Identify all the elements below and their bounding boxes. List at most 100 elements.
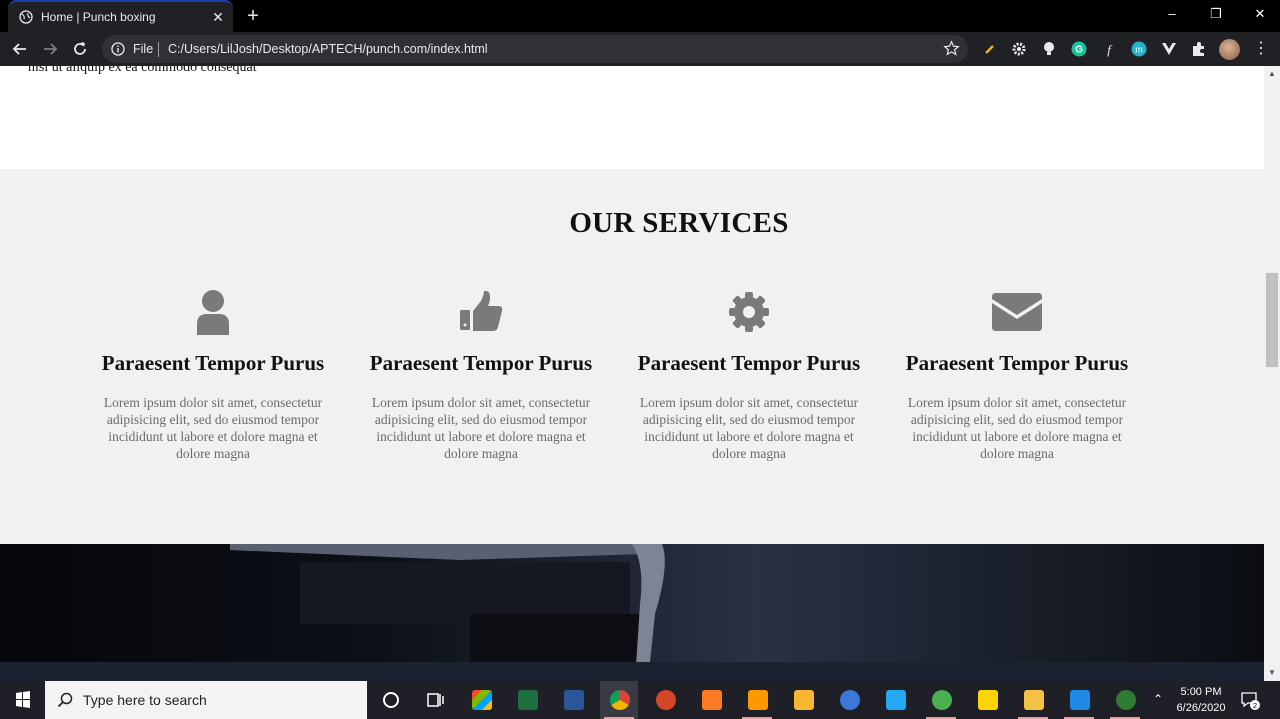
vscode-app[interactable] (876, 681, 914, 719)
paint-app[interactable] (784, 681, 822, 719)
task-view-button[interactable] (415, 681, 453, 719)
tab-title: Home | Punch boxing (41, 10, 156, 24)
service-heading: Paraesent Tempor Purus (637, 351, 861, 375)
browser-tab[interactable]: Home | Punch boxing ✕ (8, 0, 233, 32)
globe-app-icon (932, 690, 952, 710)
service-heading: Paraesent Tempor Purus (905, 351, 1129, 375)
green-circle-icon (1116, 690, 1136, 710)
page-viewport: nisi ut aliquip ex ea commodo consequat … (0, 66, 1280, 681)
service-description: Lorem ipsum dolor sit amet, consectetur … (639, 395, 859, 461)
word-icon (564, 690, 584, 710)
tray-chevron-icon[interactable]: ⌃ (1151, 692, 1165, 706)
font-extension-icon[interactable]: f (1101, 41, 1117, 57)
extensions-puzzle-icon[interactable] (1191, 41, 1207, 57)
tab-close-button[interactable]: ✕ (210, 9, 226, 25)
scrollbar-thumb[interactable] (1266, 273, 1278, 367)
gear-icon (729, 292, 769, 332)
boxing-gym-photo (0, 544, 1264, 681)
network-app[interactable] (922, 681, 960, 719)
photos-app[interactable] (1060, 681, 1098, 719)
microsoft-store-app[interactable] (462, 681, 500, 719)
sublime-text-app[interactable] (738, 681, 776, 719)
new-tab-button[interactable]: + (245, 6, 261, 26)
photos-icon (1070, 690, 1090, 710)
xampp-icon (702, 690, 722, 710)
clock-time: 5:00 PM (1180, 686, 1222, 698)
address-bar[interactable]: File C:/Users/LilJosh/Desktop/APTECH/pun… (102, 35, 968, 63)
restore-button[interactable]: ❐ (1196, 4, 1236, 24)
chrome-app[interactable] (600, 681, 638, 719)
notification-count: 2 (1253, 701, 1257, 710)
back-icon[interactable] (10, 39, 30, 59)
pencil-extension-icon[interactable] (982, 41, 998, 57)
service-description: Lorem ipsum dolor sit amet, consectetur … (907, 395, 1127, 461)
powerpoint-icon (656, 690, 676, 710)
gallery-app[interactable] (968, 681, 1006, 719)
cortana-button[interactable] (371, 681, 409, 719)
grammarly-icon[interactable]: G (1071, 41, 1087, 57)
envelope-icon (992, 293, 1042, 331)
address-url[interactable]: C:/Users/LilJosh/Desktop/APTECH/punch.co… (168, 42, 488, 56)
excel-app[interactable] (508, 681, 546, 719)
settings-extension-icon[interactable] (1011, 41, 1027, 57)
c-app-icon (840, 690, 860, 710)
search-icon (57, 692, 73, 708)
bulb-extension-icon[interactable] (1041, 41, 1057, 57)
chrome-app-secondary[interactable] (830, 681, 868, 719)
vscode-icon (886, 690, 906, 710)
service-card: Paraesent Tempor Purus Lorem ipsum dolor… (890, 289, 1144, 462)
forward-icon[interactable] (40, 39, 60, 59)
tab-strip: Home | Punch boxing ✕ + – ❐ ✕ (0, 0, 1280, 32)
system-clock[interactable]: 5:00 PM 6/26/2020 (1170, 684, 1232, 716)
windows-taskbar: Type here to search ⌃ 5:00 PM 6/26/2020 … (0, 681, 1280, 719)
m-extension-icon[interactable]: m (1131, 41, 1147, 57)
reload-icon[interactable] (70, 39, 90, 59)
task-view-icon (427, 693, 444, 707)
thumbs-up-icon (460, 290, 503, 331)
gallery-icon (978, 690, 998, 710)
sublime-icon (748, 690, 768, 710)
address-divider (158, 42, 159, 57)
page-scrollbar[interactable]: ▲ ▼ (1264, 66, 1280, 681)
powerpoint-app[interactable] (646, 681, 684, 719)
svg-text:m: m (1135, 45, 1143, 55)
vue-devtools-icon[interactable] (1161, 41, 1177, 57)
svg-text:G: G (1075, 45, 1083, 56)
green-app[interactable] (1106, 681, 1144, 719)
user-icon (197, 290, 229, 335)
service-description: Lorem ipsum dolor sit amet, consectetur … (103, 395, 323, 461)
paint-icon (794, 690, 814, 710)
svg-text:f: f (1107, 42, 1113, 57)
profile-avatar[interactable] (1219, 39, 1240, 60)
store-icon (472, 690, 492, 710)
service-description: Lorem ipsum dolor sit amet, consectetur … (371, 395, 591, 461)
bookmark-star-icon[interactable] (943, 40, 960, 57)
globe-icon (19, 10, 33, 24)
minimize-button[interactable]: – (1152, 4, 1192, 24)
info-icon[interactable] (111, 42, 125, 56)
scheme-label: File (133, 42, 154, 56)
cortana-icon (383, 692, 399, 708)
scroll-up-arrow-icon[interactable]: ▲ (1264, 66, 1280, 82)
browser-toolbar: File C:/Users/LilJosh/Desktop/APTECH/pun… (0, 32, 1280, 66)
search-placeholder: Type here to search (83, 692, 207, 708)
scroll-down-arrow-icon[interactable]: ▼ (1264, 665, 1280, 681)
hero-background-image (0, 544, 1264, 681)
chrome-icon (610, 690, 630, 710)
services-section: OUR SERVICES Paraesent Tempor Purus Lore… (0, 169, 1264, 544)
taskbar-search-box[interactable]: Type here to search (45, 681, 367, 719)
service-card: Paraesent Tempor Purus Lorem ipsum dolor… (622, 289, 876, 462)
browser-menu-icon[interactable]: ⋮ (1253, 40, 1269, 58)
notifications-icon[interactable]: 2 (1240, 690, 1260, 710)
word-app[interactable] (554, 681, 592, 719)
windows-start-icon[interactable] (0, 681, 45, 719)
previous-section-text: nisi ut aliquip ex ea commodo consequat (28, 66, 257, 75)
service-card: Paraesent Tempor Purus Lorem ipsum dolor… (86, 289, 340, 462)
service-card: Paraesent Tempor Purus Lorem ipsum dolor… (354, 289, 608, 462)
xampp-app[interactable] (692, 681, 730, 719)
service-heading: Paraesent Tempor Purus (101, 351, 325, 375)
file-explorer-app[interactable] (1014, 681, 1052, 719)
close-window-button[interactable]: ✕ (1240, 4, 1280, 24)
previous-section: nisi ut aliquip ex ea commodo consequat (0, 66, 1264, 169)
excel-icon (518, 690, 538, 710)
